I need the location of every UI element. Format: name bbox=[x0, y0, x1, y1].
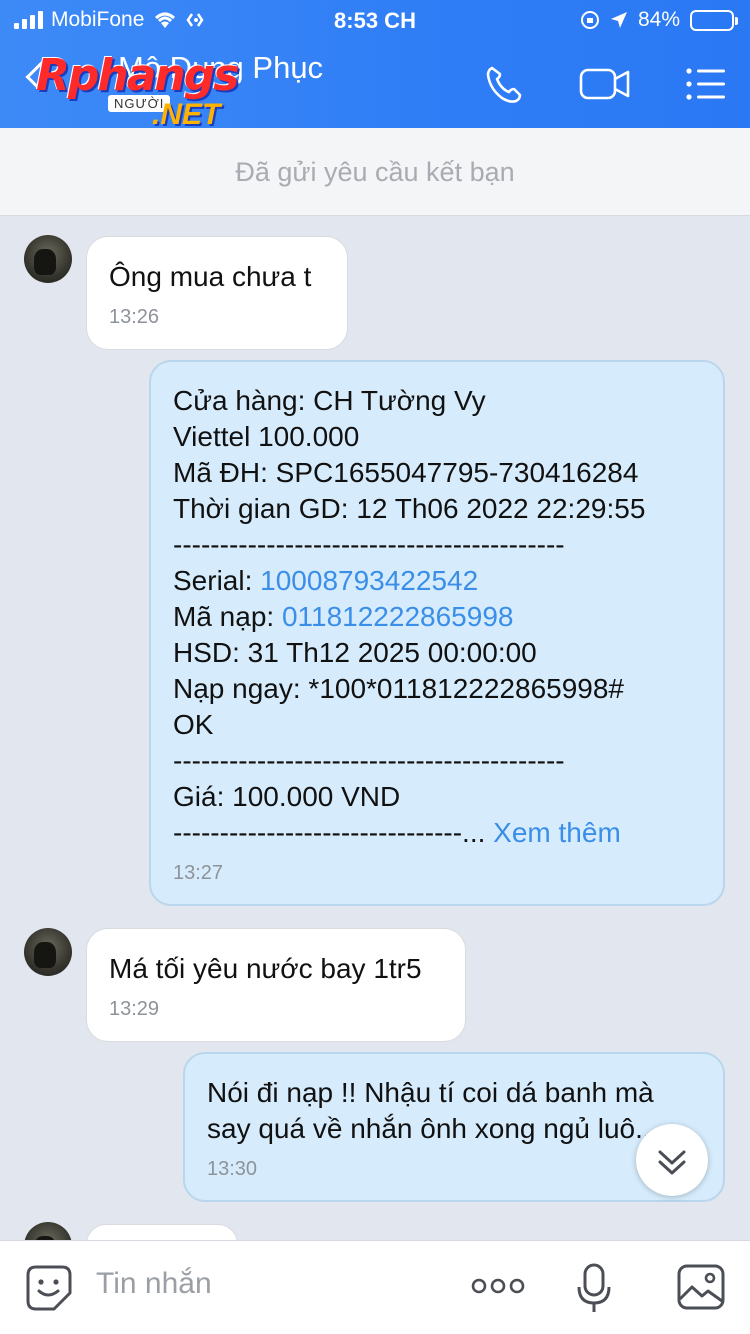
microphone-icon[interactable] bbox=[576, 1263, 612, 1315]
code-link[interactable]: 011812222865998 bbox=[282, 601, 514, 632]
serial-link[interactable]: 10008793422542 bbox=[260, 565, 478, 596]
message-bubble-incoming[interactable]: Ông mua chưa t 13:26 bbox=[86, 236, 348, 350]
watermark-logo: Rphangs bbox=[36, 50, 239, 101]
image-gallery-icon[interactable] bbox=[676, 1263, 726, 1311]
receipt-expiry: HSD: 31 Th12 2025 00:00:00 bbox=[173, 637, 537, 668]
receipt-order: Mã ĐH: SPC1655047795-730416284 bbox=[173, 457, 639, 488]
receipt-divider-2: ----------------------------------------… bbox=[173, 745, 565, 776]
message-input-bar: Tin nhắn bbox=[0, 1240, 750, 1334]
receipt-code: Mã nạp: 011812222865998 bbox=[173, 599, 701, 635]
location-icon bbox=[610, 12, 627, 28]
orientation-lock-icon bbox=[580, 11, 599, 29]
message-text-line-2: say quá về nhắn ônh xong ngủ luô... bbox=[207, 1113, 659, 1144]
receipt-divider: ----------------------------------------… bbox=[173, 529, 565, 560]
watermark-domain: .NET bbox=[152, 98, 221, 131]
message-time: 13:29 bbox=[109, 998, 160, 1020]
code-label: Mã nạp: bbox=[173, 601, 282, 632]
avatar[interactable] bbox=[24, 235, 72, 283]
serial-label: Serial: bbox=[173, 565, 261, 596]
message-text-line-1: Nói đi nạp !! Nhậu tí coi dá banh mà bbox=[207, 1077, 654, 1108]
receipt-store: Cửa hàng: CH Tường Vy bbox=[173, 385, 486, 416]
message-time: 13:27 bbox=[173, 862, 224, 884]
battery-percent: 84% bbox=[637, 8, 680, 31]
receipt-product: Viettel 100.000 bbox=[173, 421, 360, 452]
title-bar: Mộ Dung Phục Rphangs NGƯỜI .NET bbox=[0, 40, 750, 131]
menu-list-icon[interactable] bbox=[684, 62, 728, 106]
status-right: 84% bbox=[580, 8, 738, 32]
more-options-icon[interactable] bbox=[470, 1271, 526, 1301]
receipt-ok: OK bbox=[173, 709, 214, 740]
battery-icon bbox=[690, 9, 738, 31]
message-input[interactable]: Tin nhắn bbox=[96, 1267, 212, 1301]
message-bubble-incoming[interactable]: Má tối yêu nước bay 1tr5 13:29 bbox=[86, 928, 466, 1042]
video-call-icon[interactable] bbox=[578, 62, 632, 106]
avatar[interactable] bbox=[24, 928, 72, 976]
status-bar: MobiFone 8:53 CH 84% bbox=[0, 0, 750, 40]
message-bubble-outgoing[interactable]: Cửa hàng: CH Tường Vy Viettel 100.000 Mã… bbox=[149, 360, 725, 906]
see-more-link[interactable]: Xem thêm bbox=[493, 817, 621, 848]
friend-request-banner: Đã gửi yêu cầu kết bạn bbox=[0, 128, 750, 216]
scroll-to-bottom-button[interactable] bbox=[636, 1124, 708, 1196]
phone-call-icon[interactable] bbox=[482, 62, 526, 106]
receipt-topup: Nạp ngay: *100*011812222865998# bbox=[173, 673, 625, 704]
receipt-truncated: -------------------------------... Xem t… bbox=[173, 815, 701, 851]
sticker-emoji-icon[interactable] bbox=[24, 1263, 74, 1313]
message-text: Ông mua chưa t bbox=[109, 261, 312, 292]
divider-short: -------------------------------... bbox=[173, 817, 494, 848]
receipt-txn-time: Thời gian GD: 12 Th06 2022 22:29:55 bbox=[173, 493, 646, 524]
message-text: Má tối yêu nước bay 1tr5 bbox=[109, 953, 422, 984]
message-time: 13:30 bbox=[207, 1158, 258, 1180]
chat-header: MobiFone 8:53 CH 84% Mộ Dung Phục Rphang… bbox=[0, 0, 750, 131]
receipt-serial: Serial: 10008793422542 bbox=[173, 563, 701, 599]
message-time: 13:26 bbox=[109, 306, 160, 328]
receipt-price: Giá: 100.000 VND bbox=[173, 781, 401, 812]
double-chevron-down-icon bbox=[658, 1150, 686, 1175]
